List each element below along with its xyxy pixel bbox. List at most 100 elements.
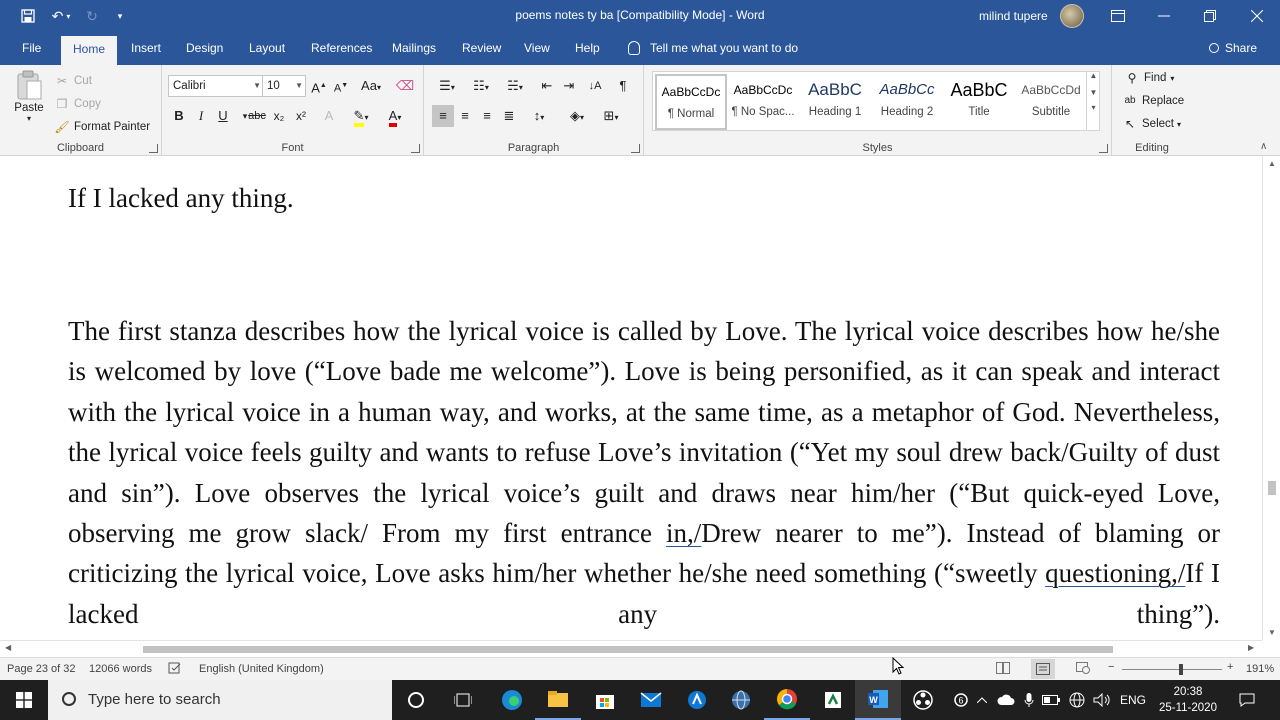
replace-button[interactable]: ab Replace	[1122, 93, 1184, 109]
language-indicator[interactable]: English (United Kingdom)	[199, 663, 324, 675]
format-painter-button[interactable]: 🖌 Format Painter	[54, 119, 150, 135]
align-center-icon[interactable]: ≡	[454, 105, 476, 127]
tab-view[interactable]: View	[514, 32, 560, 65]
vertical-scrollbar[interactable]: ▲ ▼	[1262, 156, 1280, 640]
task-view-icon[interactable]	[440, 680, 486, 720]
tray-app-icon[interactable]: 6	[950, 680, 972, 720]
copy-button[interactable]: ❐ Copy	[54, 96, 101, 112]
font-dialog-launcher-icon[interactable]	[411, 144, 420, 153]
clipboard-dialog-launcher-icon[interactable]	[149, 144, 158, 153]
style-subtitle[interactable]: AaBbCcDd Subtitle	[1015, 74, 1087, 130]
user-name[interactable]: milind tupere	[979, 9, 1048, 23]
font-name-combo[interactable]: Calibri ▼	[168, 75, 264, 97]
zoom-in-icon[interactable]: +	[1227, 661, 1233, 673]
app-icon[interactable]	[810, 680, 856, 720]
paragraph-dialog-launcher-icon[interactable]	[631, 144, 640, 153]
scroll-up-icon[interactable]: ▲	[1263, 159, 1280, 168]
bullets-button[interactable]: ☰▾	[432, 75, 462, 97]
tell-me-search[interactable]: Tell me what you want to do	[628, 32, 798, 65]
minimize-icon[interactable]	[1141, 0, 1187, 32]
spelling-flag[interactable]: in,/	[666, 518, 701, 548]
numbering-button[interactable]: ☷▾	[466, 75, 496, 97]
taskbar-clock[interactable]: 20:38 25-11-2020	[1158, 684, 1218, 716]
justify-icon[interactable]: ≣	[498, 105, 520, 127]
input-language-indicator[interactable]: ENG	[1116, 680, 1150, 720]
shrink-font-button[interactable]: A▼	[330, 75, 352, 97]
collapse-ribbon-icon[interactable]: ∧	[1260, 141, 1267, 152]
cut-button[interactable]: ✂ Cut	[54, 73, 92, 89]
mail-icon[interactable]	[628, 680, 674, 720]
taskbar-search-input[interactable]: Type here to search	[48, 680, 392, 720]
word-app-icon[interactable]: W	[855, 680, 901, 720]
document-area[interactable]: If I lacked any thing. The first stanza …	[0, 156, 1262, 640]
volume-icon[interactable]	[1090, 680, 1114, 720]
obs-studio-icon[interactable]	[900, 680, 946, 720]
horizontal-scroll-thumb[interactable]	[143, 646, 1113, 653]
increase-indent-icon[interactable]: ⇥	[558, 75, 580, 97]
proofing-icon[interactable]	[168, 661, 182, 678]
font-size-combo[interactable]: 10 ▼	[262, 75, 306, 97]
paste-button[interactable]: Paste ▾	[12, 69, 46, 123]
save-icon[interactable]	[14, 0, 42, 32]
find-button[interactable]: ⚲ Find ▾	[1124, 70, 1175, 86]
redo-icon[interactable]: ↻	[82, 0, 102, 32]
superscript-button[interactable]: x²	[290, 105, 312, 127]
vertical-scroll-thumb[interactable]	[1268, 481, 1276, 495]
tab-design[interactable]: Design	[176, 32, 233, 65]
zoom-out-icon[interactable]: −	[1108, 661, 1114, 673]
tab-review[interactable]: Review	[452, 32, 511, 65]
scroll-right-icon[interactable]: ▶	[1248, 643, 1254, 652]
highlight-color-button[interactable]: ✎▾	[346, 105, 376, 127]
tab-home[interactable]: Home	[61, 36, 117, 65]
underline-button[interactable]: U	[212, 105, 234, 127]
shading-button[interactable]: ◈▾	[562, 105, 592, 127]
multilevel-list-button[interactable]: ☵▾	[500, 75, 530, 97]
print-layout-icon[interactable]	[1031, 659, 1055, 679]
scroll-left-icon[interactable]: ◀	[5, 643, 11, 652]
microsoft-store-icon[interactable]	[582, 680, 628, 720]
zoom-slider[interactable]	[1122, 669, 1222, 670]
ribbon-display-options-icon[interactable]	[1095, 0, 1141, 32]
spelling-flag[interactable]: questioning,/	[1045, 558, 1185, 588]
bold-button[interactable]: B	[168, 105, 190, 127]
select-button[interactable]: ↖ Select ▾	[1122, 116, 1181, 132]
page-count[interactable]: Page 23 of 32	[7, 663, 76, 675]
network-globe-icon[interactable]	[1066, 680, 1088, 720]
web-layout-icon[interactable]	[1076, 662, 1090, 677]
tab-mailings[interactable]: Mailings	[382, 32, 446, 65]
style-no-spacing[interactable]: AaBbCcDc ¶ No Spac...	[727, 74, 799, 130]
font-color-button[interactable]: A▾	[380, 105, 410, 127]
windows-start-icon[interactable]	[0, 680, 48, 720]
undo-icon[interactable]: ↶ ▾	[46, 0, 76, 32]
share-button[interactable]: Share	[1209, 32, 1257, 65]
show-formatting-marks-button[interactable]: ¶	[612, 75, 634, 97]
align-left-icon[interactable]: ≡	[432, 105, 454, 127]
change-case-button[interactable]: Aa▾	[356, 75, 386, 97]
restore-icon[interactable]	[1187, 0, 1233, 32]
more-styles-icon[interactable]: ▾	[1087, 103, 1100, 112]
word-count[interactable]: 12066 words	[89, 663, 152, 675]
read-mode-icon[interactable]	[996, 662, 1010, 677]
zoom-slider-thumb[interactable]	[1179, 664, 1183, 675]
sort-icon[interactable]: ↓A	[584, 75, 606, 97]
zoom-level[interactable]: 191%	[1246, 663, 1274, 675]
azure-data-studio-icon[interactable]	[674, 680, 720, 720]
battery-icon[interactable]	[1040, 680, 1062, 720]
tab-insert[interactable]: Insert	[121, 32, 171, 65]
edge-browser-icon[interactable]	[489, 680, 535, 720]
chevron-down-icon[interactable]: ▼	[1087, 88, 1100, 97]
text-effects-icon[interactable]: A	[318, 105, 340, 127]
customize-quick-access-icon[interactable]: ▾	[112, 0, 128, 32]
close-icon[interactable]	[1234, 0, 1280, 32]
show-hidden-icons-icon[interactable]	[972, 680, 992, 720]
notifications-icon[interactable]	[1232, 680, 1262, 720]
italic-button[interactable]: I	[190, 105, 212, 127]
file-explorer-icon[interactable]	[535, 680, 581, 720]
horizontal-scrollbar[interactable]: ◀ ▶	[0, 640, 1262, 657]
scroll-down-icon[interactable]: ▼	[1263, 628, 1280, 637]
strikethrough-button[interactable]: abc	[246, 105, 268, 127]
style-title[interactable]: AaBbC Title	[943, 74, 1015, 130]
style-normal[interactable]: AaBbCcDc ¶ Normal	[655, 74, 727, 130]
avatar[interactable]	[1060, 4, 1084, 28]
tab-references[interactable]: References	[301, 32, 382, 65]
